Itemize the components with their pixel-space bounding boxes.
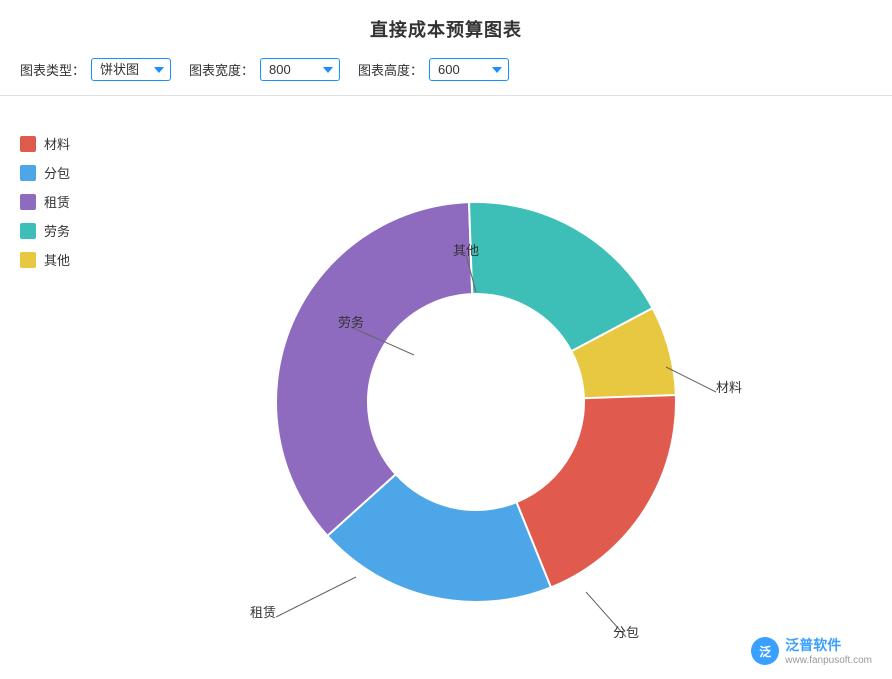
watermark-text: 泛普软件 www.fanpusoft.com: [785, 636, 872, 667]
chart-area: 材料 分包 租赁 劳务 其他 材料分包租赁劳务其他: [0, 114, 892, 679]
chart-height-item: 图表高度： 600 400 800: [358, 58, 509, 81]
legend-label: 租赁: [44, 192, 70, 211]
donut-chart: 材料分包 租赁 劳务 其他: [156, 137, 816, 657]
legend-label: 其他: [44, 250, 70, 269]
svg-text:其他: 其他: [453, 243, 479, 258]
watermark: 泛 泛普软件 www.fanpusoft.com: [751, 636, 872, 667]
legend-color: [20, 165, 36, 181]
watermark-company: 泛普软件: [785, 636, 872, 654]
svg-text:劳务: 劳务: [338, 315, 364, 330]
chart-width-item: 图表宽度： 800 600 1000: [189, 58, 340, 81]
donut-container: 材料分包 租赁 劳务 其他: [100, 114, 872, 679]
chart-width-select[interactable]: 800 600 1000: [260, 58, 340, 81]
legend: 材料 分包 租赁 劳务 其他: [20, 114, 100, 679]
chart-label: 材料: [666, 367, 742, 395]
chart-label: 分包: [586, 592, 639, 640]
legend-color: [20, 223, 36, 239]
legend-item: 租赁: [20, 192, 100, 211]
legend-label: 材料: [44, 134, 70, 153]
legend-label: 分包: [44, 163, 70, 182]
legend-label: 劳务: [44, 221, 70, 240]
watermark-icon-text: 泛: [759, 643, 771, 660]
toolbar: 图表类型： 饼状图 柱状图 折线图 图表宽度： 800 600 1000 图表高…: [0, 58, 892, 96]
watermark-website: www.fanpusoft.com: [785, 654, 872, 667]
watermark-icon: 泛: [751, 637, 779, 665]
legend-color: [20, 136, 36, 152]
chart-height-label: 图表高度：: [358, 60, 423, 79]
legend-item: 材料: [20, 134, 100, 153]
chart-segment: [276, 202, 472, 536]
svg-text:材料: 材料: [716, 380, 742, 395]
legend-item: 其他: [20, 250, 100, 269]
legend-color: [20, 194, 36, 210]
chart-width-label: 图表宽度：: [189, 60, 254, 79]
legend-item: 劳务: [20, 221, 100, 240]
page-title: 直接成本预算图表: [370, 16, 522, 42]
legend-color: [20, 252, 36, 268]
chart-type-label: 图表类型：: [20, 60, 85, 79]
chart-type-select[interactable]: 饼状图 柱状图 折线图: [91, 58, 171, 81]
legend-item: 分包: [20, 163, 100, 182]
svg-text:分包: 分包: [613, 625, 639, 640]
chart-type-item: 图表类型： 饼状图 柱状图 折线图: [20, 58, 171, 81]
page-container: 直接成本预算图表 图表类型： 饼状图 柱状图 折线图 图表宽度： 800 600…: [0, 0, 892, 679]
chart-height-select[interactable]: 600 400 800: [429, 58, 509, 81]
chart-label: 租赁: [250, 577, 356, 620]
svg-text:租赁: 租赁: [250, 605, 276, 620]
